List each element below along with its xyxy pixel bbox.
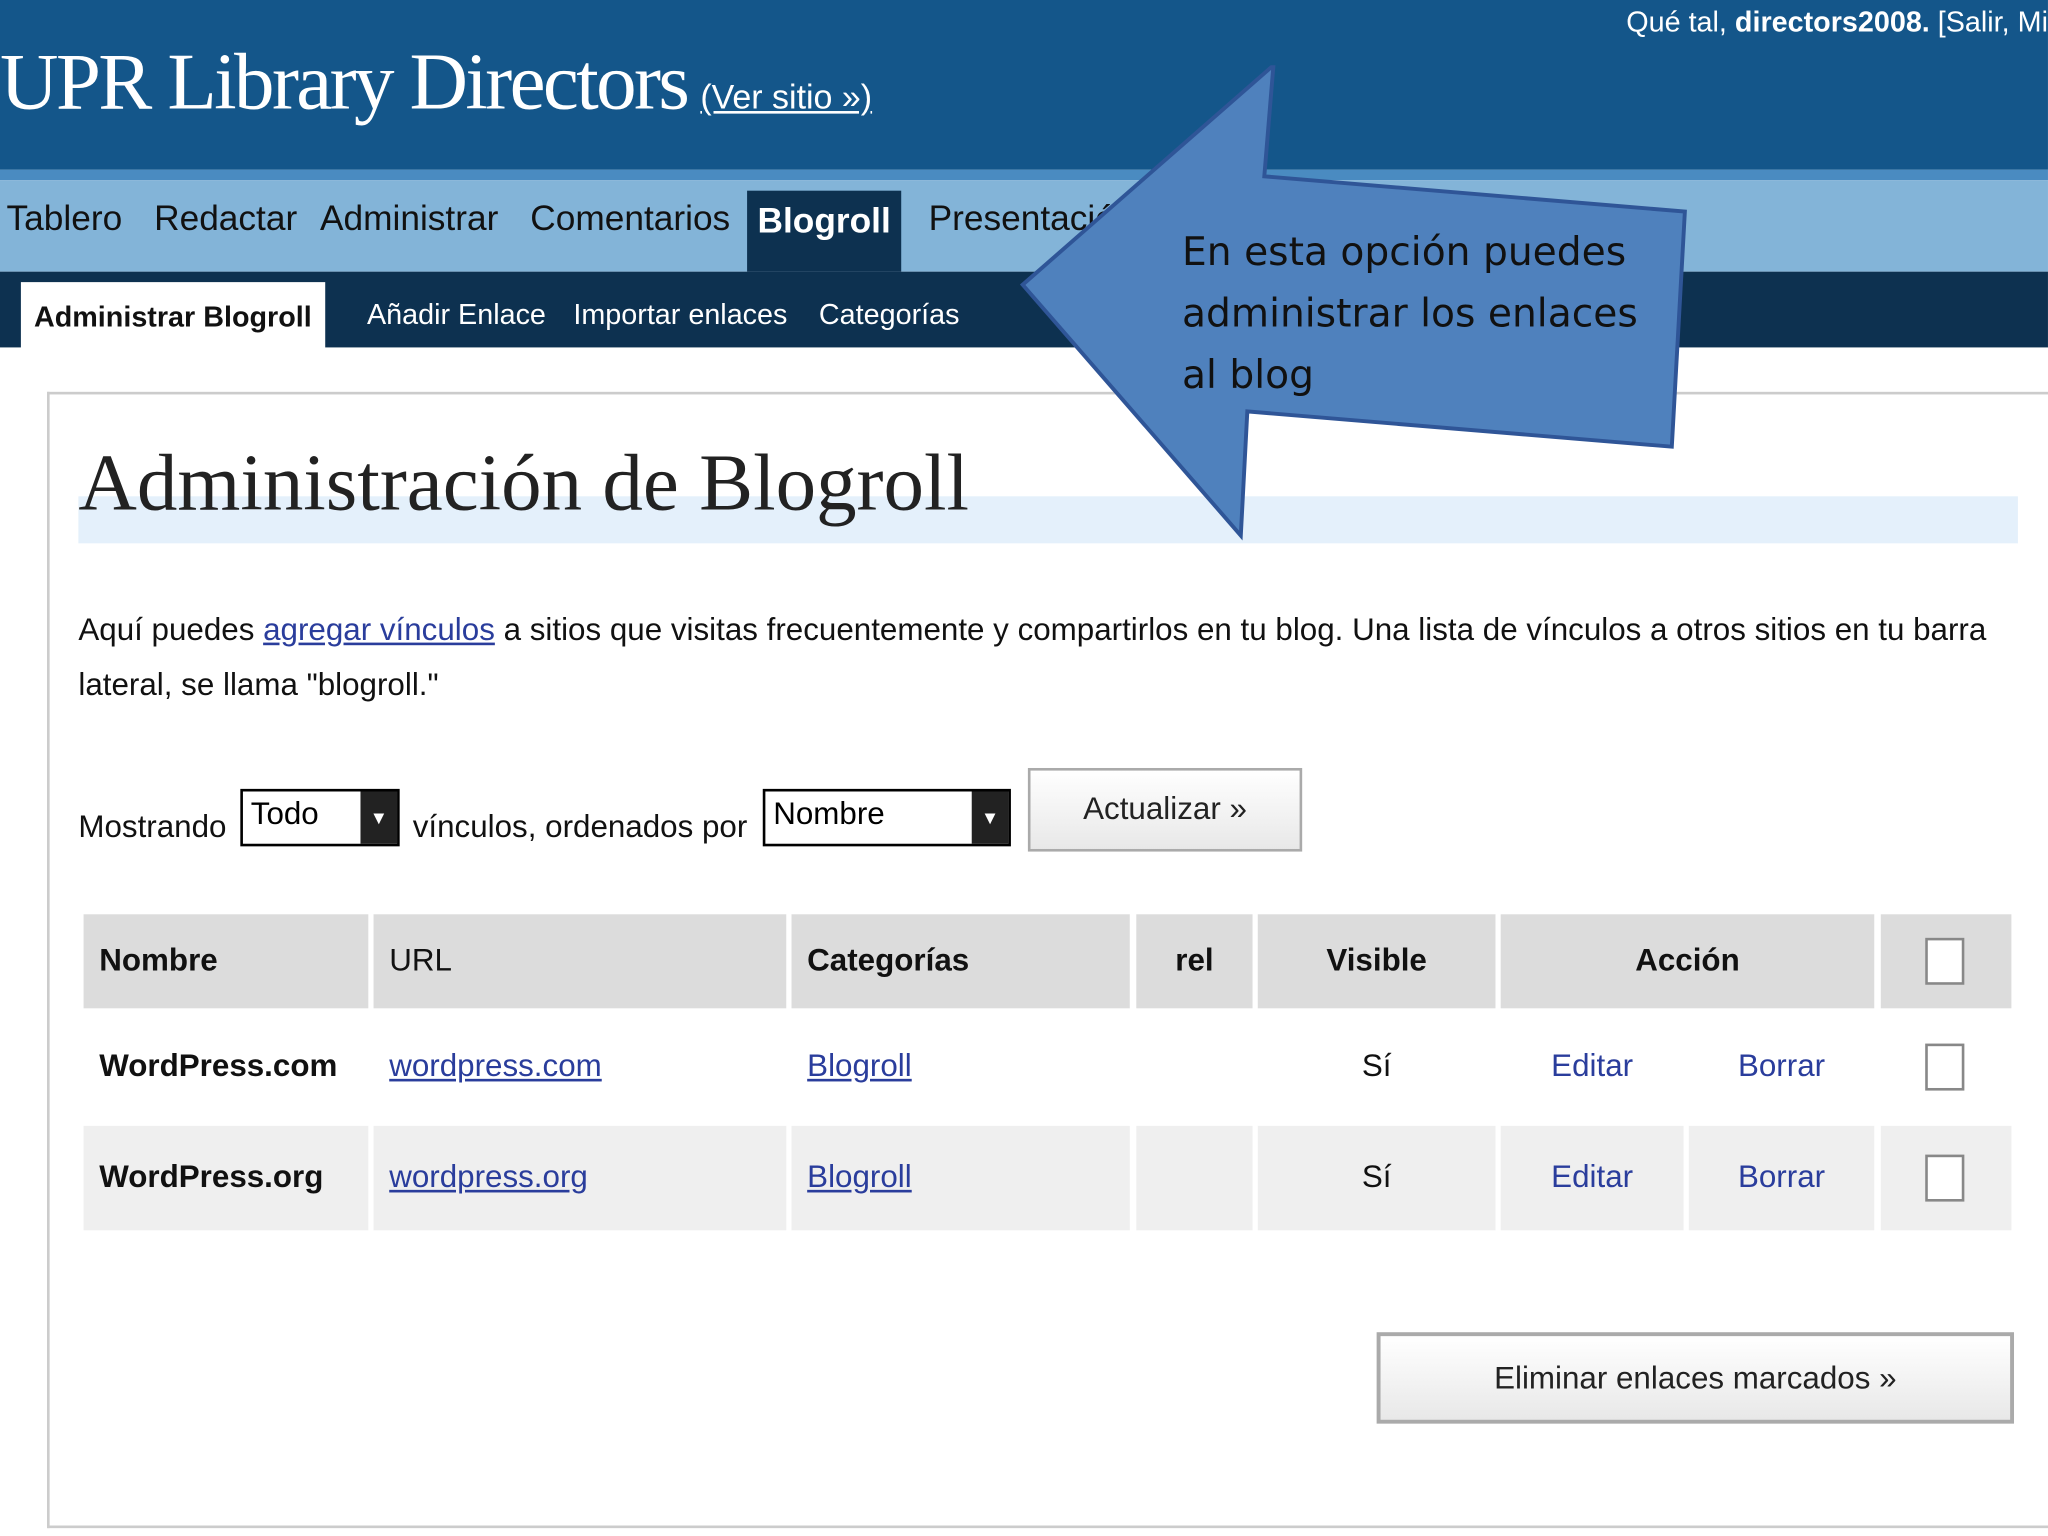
row-2-delete-cell: Borrar xyxy=(1688,1125,1875,1231)
col-header-url[interactable]: URL xyxy=(373,914,787,1009)
col-header-visible[interactable]: Visible xyxy=(1257,914,1496,1009)
add-links-link[interactable]: agregar vínculos xyxy=(263,613,495,648)
nav-blogroll[interactable]: Blogroll xyxy=(747,190,902,272)
show-select[interactable]: Todo ▼ xyxy=(240,788,400,847)
row-1-category-link[interactable]: Blogroll xyxy=(807,1049,912,1086)
view-site-link[interactable]: (Ver sitio ») xyxy=(700,77,872,116)
row-2-name: WordPress.org xyxy=(83,1125,369,1231)
show-select-value: Todo xyxy=(250,796,319,832)
update-button[interactable]: Actualizar » xyxy=(1027,767,1303,852)
row-1-delete-link[interactable]: Borrar xyxy=(1738,1049,1825,1086)
order-select-value: Nombre xyxy=(773,796,885,832)
select-all-cell xyxy=(1880,914,2012,1009)
col-header-nombre[interactable]: Nombre xyxy=(83,914,369,1009)
col-header-accion: Acción xyxy=(1500,914,1875,1009)
row-2-category-link[interactable]: Blogroll xyxy=(807,1160,912,1197)
row-1-visible: Sí xyxy=(1257,1013,1496,1121)
blog-name-text: UPR Library Directors xyxy=(0,37,690,127)
callout-text: En esta opción puedes administrar los en… xyxy=(1182,229,1638,399)
nav-redactar[interactable]: Redactar xyxy=(154,199,297,239)
row-1-delete-cell: Borrar xyxy=(1688,1013,1875,1121)
showing-label: Mostrando xyxy=(78,809,227,846)
table-row-1-url: wordpress.com xyxy=(373,1013,787,1121)
nav-tablero[interactable]: Tablero xyxy=(7,199,123,239)
row-1-edit-link[interactable]: Editar xyxy=(1551,1049,1633,1086)
col-header-rel[interactable]: rel xyxy=(1136,914,1253,1009)
row-2-delete-link[interactable]: Borrar xyxy=(1738,1160,1825,1197)
row-1-url-link[interactable]: wordpress.com xyxy=(389,1049,602,1086)
table-row-1-category: Blogroll xyxy=(791,1013,1130,1121)
chevron-down-icon: ▼ xyxy=(360,791,398,844)
row-1-edit-cell: Editar xyxy=(1500,1013,1684,1121)
nav-administrar[interactable]: Administrar xyxy=(320,199,498,239)
table-row-2-url: wordpress.org xyxy=(373,1125,787,1231)
order-select[interactable]: Nombre ▼ xyxy=(762,788,1011,847)
select-all-checkbox[interactable] xyxy=(1925,937,1965,985)
row-1-name: WordPress.com xyxy=(83,1013,369,1121)
subnav-administrar-blogroll[interactable]: Administrar Blogroll xyxy=(20,282,325,356)
chevron-down-icon: ▼ xyxy=(971,791,1009,844)
order-label: vínculos, ordenados por xyxy=(412,809,748,846)
intro-text: Aquí puedes agregar vínculos a sitios qu… xyxy=(78,603,2024,713)
row-2-visible: Sí xyxy=(1257,1125,1496,1231)
user-greeting: Qué tal, directors2008. [Salir, Mi xyxy=(1626,5,2048,39)
nav-comentarios[interactable]: Comentarios xyxy=(530,199,730,239)
subnav-categorias[interactable]: Categorías xyxy=(819,298,960,332)
row-2-check-cell xyxy=(1880,1125,2012,1231)
username: directors2008. xyxy=(1734,5,1930,38)
row-1-check-cell xyxy=(1880,1013,2012,1121)
logout-links[interactable]: [Salir, Mi xyxy=(1938,5,2048,38)
delete-marked-button[interactable]: Eliminar enlaces marcados » xyxy=(1376,1332,2015,1424)
subnav-importar-enlaces[interactable]: Importar enlaces xyxy=(573,298,787,332)
row-2-edit-cell: Editar xyxy=(1500,1125,1684,1231)
page-title: Administración de Blogroll xyxy=(78,438,970,528)
row-2-url-link[interactable]: wordpress.org xyxy=(389,1160,588,1197)
greeting-text: Qué tal, xyxy=(1626,5,1727,38)
col-header-categorias[interactable]: Categorías xyxy=(791,914,1130,1009)
row-1-checkbox[interactable] xyxy=(1925,1043,1965,1091)
row-2-edit-link[interactable]: Editar xyxy=(1551,1160,1633,1197)
blog-name: UPR Library Directors (Ver sitio ») xyxy=(0,37,872,130)
subnav-anadir-enlace[interactable]: Añadir Enlace xyxy=(367,298,546,332)
table-row-2-category: Blogroll xyxy=(791,1125,1130,1231)
row-2-checkbox[interactable] xyxy=(1925,1154,1965,1202)
row-2-rel xyxy=(1136,1125,1253,1231)
intro-before: Aquí puedes xyxy=(78,612,264,648)
